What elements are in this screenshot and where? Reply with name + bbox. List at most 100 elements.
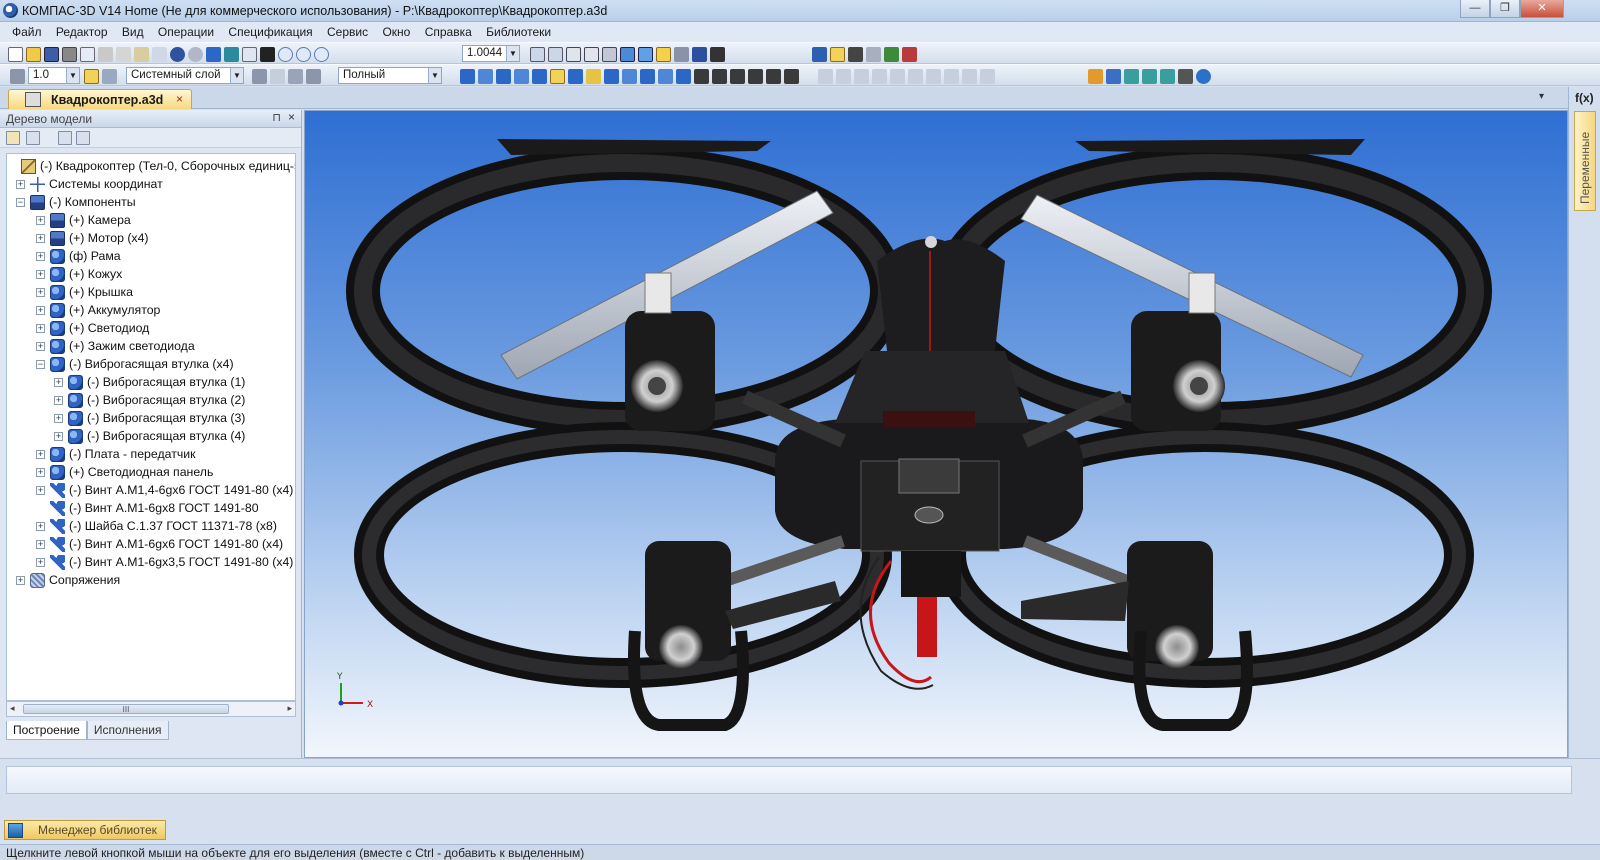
help-pointer-icon[interactable] [260, 46, 275, 62]
print-drawing-icon[interactable] [766, 68, 781, 84]
expand-icon[interactable]: + [36, 306, 45, 315]
tab-configurations[interactable]: Исполнения [86, 721, 169, 740]
expand-icon[interactable]: + [36, 540, 45, 549]
library-manager-button[interactable]: Менеджер библиотек [4, 820, 166, 840]
edit-icon[interactable] [830, 46, 845, 62]
kompas-app-icon[interactable] [3, 3, 18, 18]
collision-icon[interactable] [676, 68, 691, 84]
step-field[interactable]: 1.0 ▼ [28, 67, 80, 84]
snap-normal-icon[interactable] [926, 68, 941, 84]
collapse-icon[interactable]: − [16, 198, 25, 207]
expand-icon[interactable]: + [54, 378, 63, 387]
expand-icon[interactable]: + [36, 342, 45, 351]
attach-icon[interactable] [712, 68, 727, 84]
check-icon[interactable] [884, 46, 899, 62]
drawing-icon[interactable] [748, 68, 763, 84]
layer-icon[interactable] [102, 68, 117, 84]
expand-icon[interactable]: + [36, 468, 45, 477]
model-tree[interactable]: (-) Квадрокоптер (Тел-0, Сборочных едини… [6, 153, 296, 701]
tree-options-icon[interactable] [76, 131, 90, 145]
hole-icon[interactable] [568, 68, 583, 84]
text-style-icon[interactable] [902, 46, 917, 62]
help-icon[interactable] [1196, 68, 1211, 84]
layer-select[interactable]: Системный слой ▼ [126, 67, 244, 84]
snap-center-icon[interactable] [872, 68, 887, 84]
section-icon[interactable] [658, 68, 673, 84]
tab-list-menu-icon[interactable]: ▾ [1539, 91, 1544, 102]
sync-icon[interactable] [1160, 68, 1175, 84]
create-part-icon[interactable] [478, 68, 493, 84]
3d-viewport[interactable]: Y X [304, 110, 1568, 758]
undo-icon[interactable] [170, 46, 185, 62]
expand-icon[interactable]: + [36, 558, 45, 567]
close-button[interactable]: ✕ [1520, 0, 1564, 18]
network-icon[interactable] [1124, 68, 1139, 84]
display-mode-icon[interactable] [306, 68, 321, 84]
folder-open-icon[interactable] [1088, 68, 1103, 84]
tree-view-mode-icon[interactable] [26, 131, 40, 145]
mate-icon[interactable] [692, 46, 707, 62]
coordinates-icon[interactable] [252, 68, 267, 84]
chevron-down-icon[interactable]: ▼ [506, 46, 519, 61]
wireframe-icon[interactable] [584, 46, 599, 62]
menu-editor[interactable]: Редактор [50, 22, 113, 39]
tree-structure-icon[interactable] [6, 131, 20, 145]
cursor-step-icon[interactable] [10, 68, 25, 84]
document-tab-quadcopter[interactable]: Квадрокоптер.a3d × [8, 89, 192, 109]
expand-icon[interactable]: + [54, 414, 63, 423]
chamfer-icon[interactable] [640, 68, 655, 84]
scroll-thumb[interactable]: III [23, 704, 229, 714]
mirror-icon[interactable] [550, 68, 565, 84]
tree-filter-icon[interactable] [58, 131, 72, 145]
select-mode-icon[interactable] [674, 46, 689, 62]
expand-icon[interactable]: + [36, 288, 45, 297]
paste-icon[interactable] [134, 46, 149, 62]
copy-icon[interactable] [116, 46, 131, 62]
variables-icon[interactable] [242, 46, 257, 62]
tab-close-icon[interactable]: × [176, 92, 183, 106]
expand-icon[interactable]: + [16, 576, 25, 585]
expand-icon[interactable]: + [36, 450, 45, 459]
add-component-icon[interactable] [460, 68, 475, 84]
fx-icon[interactable]: f(x) [1575, 91, 1594, 105]
expand-icon[interactable]: + [36, 216, 45, 225]
orientation-icon[interactable] [566, 46, 581, 62]
library-icon[interactable] [224, 46, 239, 62]
tree-toggle-icon[interactable] [206, 46, 221, 62]
preview-icon[interactable] [80, 46, 95, 62]
snap-angle-icon[interactable] [944, 68, 959, 84]
scroll-left-icon[interactable]: ◂ [10, 703, 15, 714]
panel-close-icon[interactable]: × [288, 110, 295, 124]
snap-tangent-icon[interactable] [908, 68, 923, 84]
chevron-down-icon[interactable]: ▼ [230, 68, 243, 83]
cut-icon[interactable] [98, 46, 113, 62]
snap-icon[interactable] [288, 68, 303, 84]
pan-icon[interactable] [548, 46, 563, 62]
local-cs-icon[interactable] [270, 68, 285, 84]
fillet-icon[interactable] [622, 68, 637, 84]
shaded-edges-icon[interactable] [638, 46, 653, 62]
quadcopter-model[interactable]: Y X [305, 111, 1568, 758]
open-folder-icon[interactable] [26, 46, 41, 62]
expand-icon[interactable]: + [36, 522, 45, 531]
variables-tab[interactable]: Переменные [1574, 111, 1596, 211]
zoom-field[interactable]: 1.0044 ▼ [462, 45, 520, 62]
zoom-icon[interactable] [296, 46, 311, 62]
redo-icon[interactable] [188, 46, 203, 62]
tree-horizontal-scrollbar[interactable]: ◂ III ▸ [6, 701, 296, 717]
print-icon[interactable] [62, 46, 77, 62]
properties-panel-area[interactable] [6, 766, 1572, 794]
snap-intersect-icon[interactable] [890, 68, 905, 84]
view-mode-select[interactable]: Полный ▼ [338, 67, 442, 84]
snap-vertex-icon[interactable] [980, 68, 995, 84]
new-document-icon[interactable] [8, 46, 23, 62]
tools-icon[interactable] [1178, 68, 1193, 84]
zoom-in-icon[interactable] [314, 46, 329, 62]
menu-window[interactable]: Окно [376, 22, 415, 39]
cut-extrude-icon[interactable] [604, 68, 619, 84]
extrude-icon[interactable] [586, 68, 601, 84]
expand-icon[interactable]: + [36, 270, 45, 279]
menu-libraries[interactable]: Библиотеки [480, 22, 556, 39]
minimize-button[interactable]: — [1460, 0, 1490, 18]
expand-icon[interactable]: + [36, 486, 45, 495]
